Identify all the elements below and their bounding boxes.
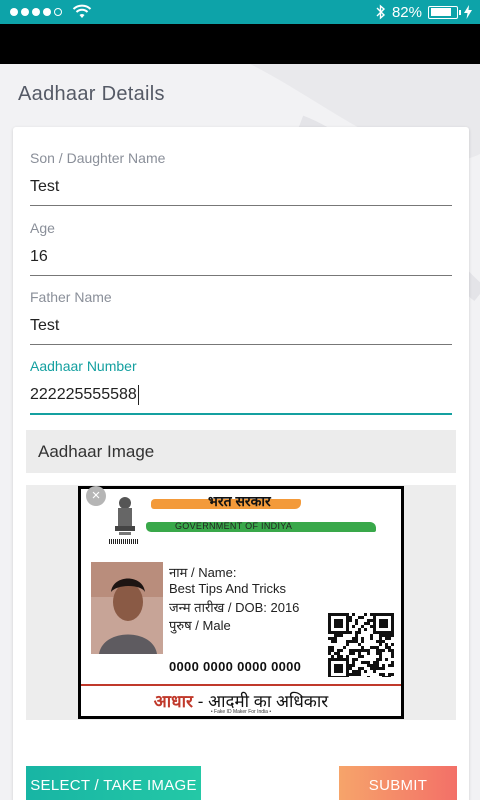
bluetooth-icon [376, 4, 385, 20]
age-field[interactable]: Age 16 [30, 220, 452, 276]
father-name-label: Father Name [30, 289, 112, 305]
action-bar [0, 24, 480, 64]
submit-button[interactable]: SUBMIT [339, 766, 457, 800]
profile-photo [91, 562, 163, 654]
gender-line: पुरुष / Male [169, 618, 231, 633]
remove-image-close-icon[interactable]: × [86, 486, 106, 506]
red-divider [81, 684, 401, 686]
father-name-field[interactable]: Father Name Test [30, 289, 452, 345]
text-cursor [137, 385, 140, 405]
aadhaar-card-image: भरत सरकार GOVERNMENT OF INDIYA नाम / Nam… [78, 486, 404, 719]
fake-id-note: • Fake ID Maker For India • [210, 709, 272, 715]
battery-icon [428, 5, 461, 19]
name-value: Best Tips And Tricks [169, 581, 287, 596]
child-name-field[interactable]: Son / Daughter Name Test [30, 150, 452, 206]
charging-icon [464, 5, 472, 19]
child-name-label: Son / Daughter Name [30, 150, 166, 166]
aadhaar-card-number: 0000 0000 0000 0000 [169, 659, 302, 674]
status-bar: 82% [0, 0, 480, 24]
battery-percent: 82% [391, 3, 422, 21]
name-label: नाम / Name: [169, 565, 237, 580]
aadhaar-number-label: Aadhaar Number [30, 358, 137, 374]
wifi-icon [72, 4, 92, 18]
father-name-input[interactable]: Test [30, 316, 452, 336]
aadhaar-number-field[interactable]: Aadhaar Number 222225555588 [30, 358, 452, 415]
bharat-sarkar-text: भरत सरकार [208, 493, 271, 509]
signal-strength-icon [10, 8, 62, 16]
qr-code-icon [328, 613, 394, 677]
field-underline [30, 344, 452, 345]
aadhaar-image-header: Aadhaar Image [26, 430, 456, 473]
child-name-input[interactable]: Test [30, 177, 452, 197]
national-emblem-icon [115, 497, 135, 535]
field-underline [30, 275, 452, 276]
barcode-graphic [109, 539, 139, 544]
age-input[interactable]: 16 [30, 247, 452, 267]
dob-line: जन्म तारीख / DOB: 2016 [169, 600, 300, 615]
age-label: Age [30, 220, 55, 236]
page-title: Aadhaar Details [18, 83, 165, 105]
aadhaar-number-input[interactable]: 222225555588 [30, 385, 452, 405]
field-underline [30, 205, 452, 206]
field-underline-active [30, 413, 452, 415]
select-take-image-button[interactable]: SELECT / TAKE IMAGE [26, 766, 201, 800]
government-text: GOVERNMENT OF INDIYA [175, 521, 293, 531]
